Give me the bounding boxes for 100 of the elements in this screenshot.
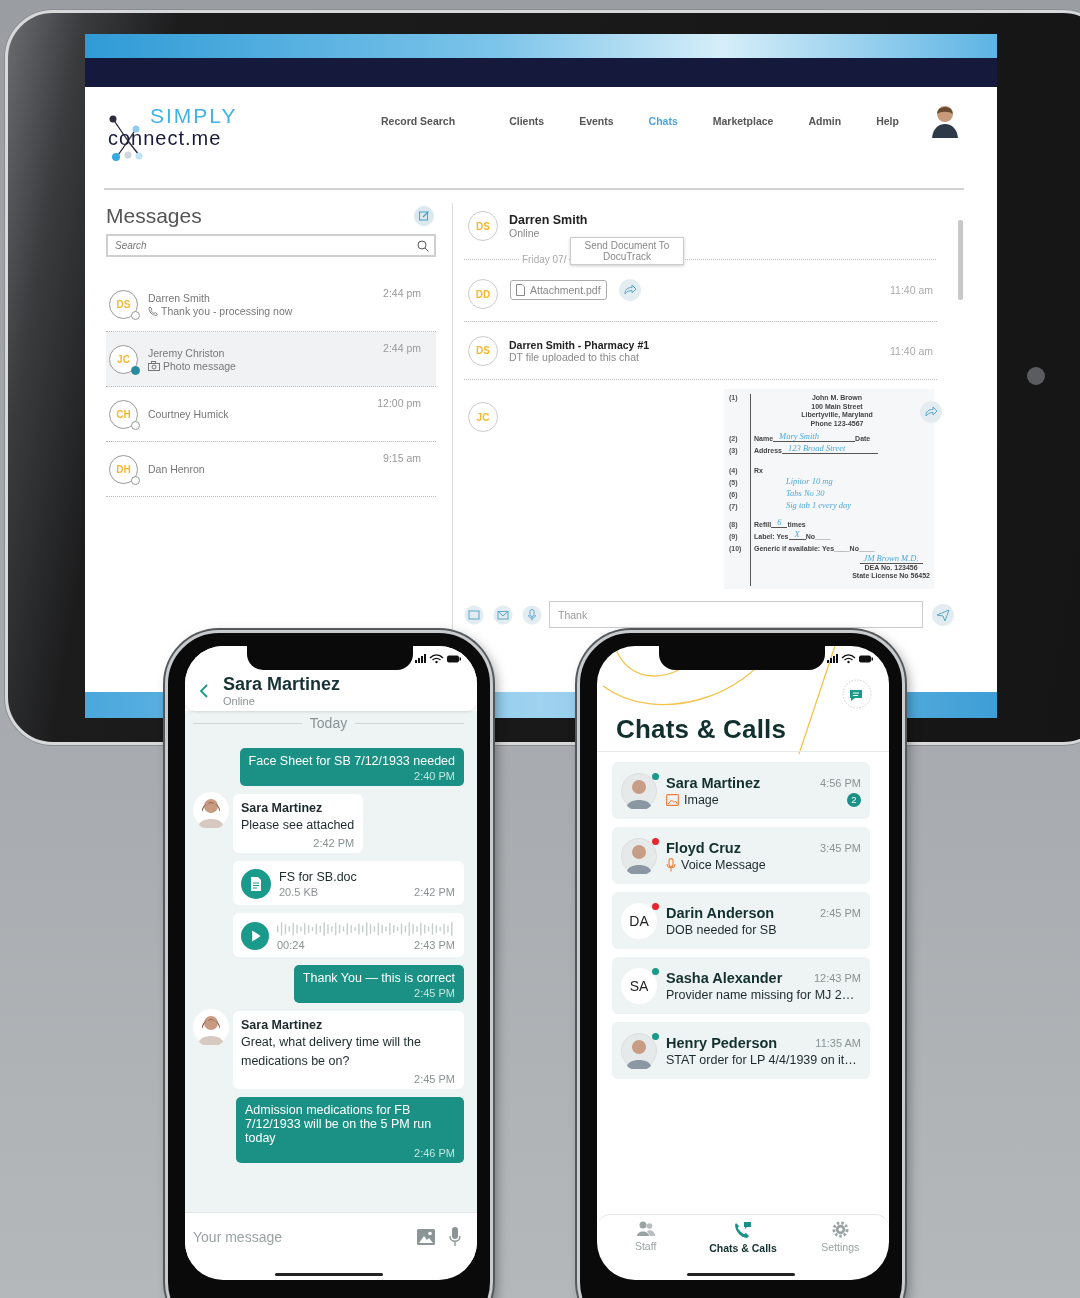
attachment-button[interactable]: Attachment.pdf: [510, 280, 607, 300]
message-time: 11:40 am: [890, 284, 933, 296]
user-avatar-icon[interactable]: [930, 104, 959, 138]
avatar-icon: [193, 792, 229, 828]
microphone-icon[interactable]: [522, 604, 542, 625]
initials-avatar: DH: [109, 455, 138, 484]
handwritten-entry: Sig tab 1 every day: [785, 500, 853, 510]
nav-link[interactable]: Marketplace: [712, 115, 774, 127]
nav-link[interactable]: Help: [876, 115, 899, 127]
initials-avatar: DA: [621, 902, 657, 939]
contact-name: Sara Martinez: [223, 674, 341, 695]
conversation-item[interactable]: CH Courtney Humick 12:00 pm: [106, 387, 436, 442]
message-time: 2:42 PM: [313, 837, 355, 849]
back-icon[interactable]: [199, 682, 209, 699]
message-preview: Voice Message: [681, 857, 766, 872]
handwritten-entry: X: [788, 529, 806, 540]
share-button[interactable]: [618, 279, 641, 301]
initials-avatar: CH: [109, 400, 138, 429]
message-text: Great, what delivery time will the medications be on?: [241, 1034, 422, 1070]
image-icon[interactable]: [417, 1228, 435, 1245]
compose-icon[interactable]: [414, 206, 434, 226]
image-icon[interactable]: [464, 604, 484, 625]
message-time: 2:44 pm: [383, 342, 421, 354]
message-preview: Thank you - processing now: [161, 304, 293, 317]
image-icon: [666, 793, 679, 806]
chat-item[interactable]: SA Sasha Alexander 12:43 PM Provider name missing for MJ 2…: [612, 957, 870, 1014]
contact-name: Dan Henron: [148, 463, 205, 475]
message-time: 11:40 am: [890, 344, 933, 357]
message-preview: Photo message: [163, 359, 236, 372]
contact-name: Jeremy Christon: [148, 346, 226, 359]
contact-status: Online: [223, 695, 256, 707]
scrollbar[interactable]: [958, 220, 963, 300]
search-field[interactable]: Search: [106, 234, 436, 257]
nav-link[interactable]: Record Search: [381, 115, 456, 127]
conversation-item[interactable]: DH Dan Henron 9:15 am: [106, 442, 436, 497]
nav-link[interactable]: Events: [579, 115, 614, 127]
handwritten-entry: Lipitor 10 mg: [785, 476, 834, 486]
message-time: 2:42 PM: [414, 886, 455, 898]
file-message[interactable]: FS for SB.doc 20.5 KB 2:42 PM: [233, 861, 464, 905]
message-time: 2:40 PM: [414, 770, 455, 782]
message-text: Please see attached: [241, 817, 355, 834]
initials-avatar: DS: [109, 290, 138, 319]
message-time: 12:00 pm: [377, 397, 421, 409]
contact-name: Darren Smith: [509, 213, 588, 227]
message-time: 3:45 PM: [820, 841, 861, 854]
settings-icon: [831, 1221, 849, 1238]
handwritten-entry: Tabs No 30: [785, 488, 826, 498]
logo-wordmark: SIMPLY: [150, 105, 238, 127]
message-text: DT file uploaded to this chat: [509, 350, 640, 363]
message-time: 2:45 PM: [414, 1073, 455, 1085]
message-text: Thank You — this is correct: [302, 971, 455, 985]
date-divider: Friday 07/: [522, 253, 567, 265]
send-icon[interactable]: [932, 603, 954, 626]
message-time: 11:35 AM: [815, 1036, 861, 1049]
screen-title: Chats & Calls: [616, 714, 788, 744]
signature: JM Brown M.D.: [859, 553, 923, 564]
message-sender: Darren Smith - Pharmacy #1: [509, 338, 650, 351]
message-preview: Image: [684, 792, 719, 807]
message-preview: DOB needed for SB: [666, 922, 777, 937]
status-icons: [415, 654, 461, 664]
chat-item[interactable]: Sara Martinez 4:56 PM Image 2: [612, 762, 870, 819]
camera-icon: [148, 360, 160, 371]
avatar-icon: [621, 837, 657, 874]
chat-item[interactable]: DA Darin Anderson 2:45 PM DOB needed for SB: [612, 892, 870, 949]
contact-name: Sara Martinez: [666, 774, 761, 791]
message-sender: Sara Martinez: [241, 800, 324, 816]
contact-name: Darin Anderson: [666, 904, 775, 921]
chat-item[interactable]: Henry Pederson 11:35 AM STAT order for LP 4/4/1939 on it…: [612, 1022, 870, 1079]
message-time: 4:56 PM: [820, 776, 861, 789]
message-time: 2:43 PM: [414, 939, 455, 951]
message-text: Admission medications for FB 7/12/1933 will be on the 5 PM run today: [245, 1103, 433, 1145]
avatar-icon: [193, 1009, 229, 1045]
message-preview: Provider name missing for MJ 2…: [666, 987, 855, 1002]
home-button[interactable]: [1027, 367, 1045, 385]
search-icon: [417, 240, 429, 252]
tab[interactable]: Chats & Calls: [698, 1221, 788, 1264]
envelope-icon[interactable]: [493, 604, 513, 625]
chat-item[interactable]: Floyd Cruz 3:45 PM Voice Message: [612, 827, 870, 884]
message-time: 2:44 pm: [383, 287, 421, 299]
conversation-item[interactable]: JC Jeremy Christon Photo message 2:44 pm: [106, 332, 436, 387]
file-name: FS for SB.doc: [279, 870, 358, 884]
play-button[interactable]: [241, 921, 269, 951]
initials-avatar: DS: [468, 211, 498, 241]
initials-avatar: JC: [109, 345, 138, 374]
message-time: 12:43 PM: [813, 971, 861, 984]
date-divider: Today: [309, 715, 348, 731]
new-chat-icon[interactable]: [842, 679, 872, 709]
share-button[interactable]: [920, 401, 942, 423]
handwritten-entry: 123 Broad Street: [782, 443, 878, 454]
nav-link[interactable]: Clients: [509, 115, 545, 127]
message-time: 2:45 PM: [820, 906, 861, 919]
microphone-icon: [666, 857, 676, 872]
message-preview: STAT order for LP 4/4/1939 on it…: [666, 1052, 857, 1067]
avatar-icon: [621, 1032, 657, 1069]
handwritten-entry: Mary Smith: [773, 431, 856, 442]
contact-name: Courtney Humick: [148, 408, 229, 420]
microphone-icon[interactable]: [449, 1226, 461, 1247]
unread-count: 2: [847, 792, 861, 807]
nav-link[interactable]: Admin: [808, 115, 842, 127]
contact-name: Henry Pederson: [666, 1034, 778, 1051]
